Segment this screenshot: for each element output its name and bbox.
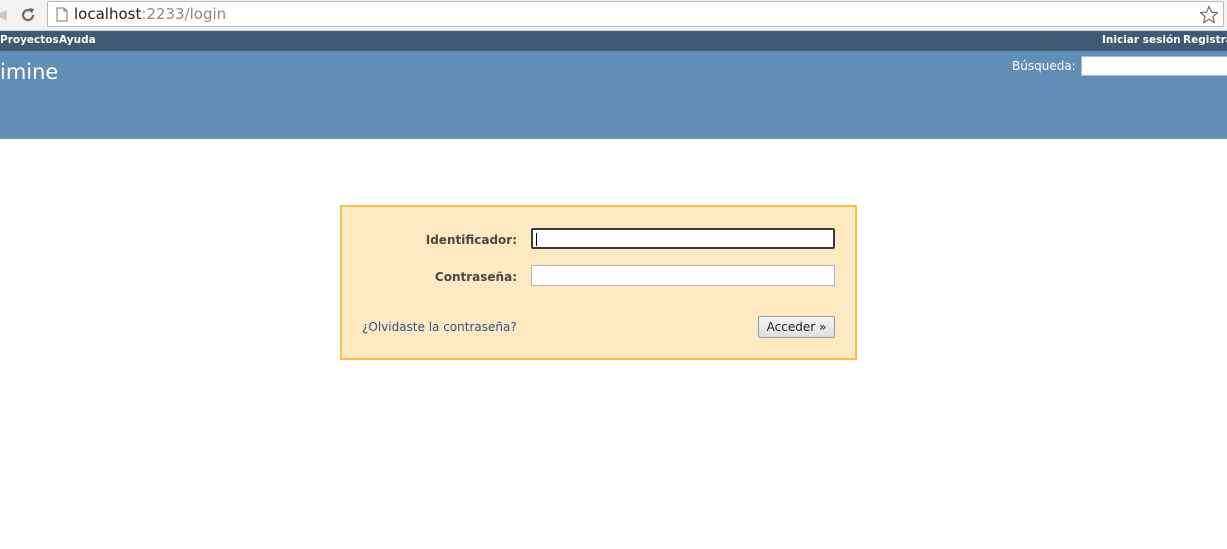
header: imine Búsqueda: bbox=[0, 51, 1227, 139]
bookmark-star-icon[interactable] bbox=[1199, 5, 1219, 25]
username-field[interactable] bbox=[531, 228, 835, 249]
text-caret bbox=[536, 233, 537, 246]
site-title[interactable]: imine bbox=[0, 59, 58, 85]
address-bar[interactable]: localhost:2233/login bbox=[47, 1, 1224, 27]
search-input[interactable] bbox=[1081, 56, 1227, 76]
password-field[interactable] bbox=[531, 265, 835, 286]
search-label: Búsqueda: bbox=[1012, 59, 1076, 73]
url-host: localhost bbox=[74, 5, 142, 23]
login-form: Identificador: Contraseña: ¿Olvidaste la… bbox=[340, 205, 857, 360]
url-path: :2233/login bbox=[141, 5, 227, 23]
password-label: Contraseña: bbox=[434, 270, 517, 284]
url-text: localhost:2233/login bbox=[74, 5, 226, 23]
menu-item-proyectos[interactable]: Proyectos bbox=[0, 34, 59, 46]
menu-item-ayuda[interactable]: Ayuda bbox=[59, 34, 96, 46]
browser-toolbar: ◀ localhost:2233/login bbox=[0, 0, 1227, 31]
menu-item-iniciar-sesion[interactable]: Iniciar sesión bbox=[1102, 34, 1181, 46]
top-menu: Proyectos Ayuda Iniciar sesión Registra bbox=[0, 31, 1227, 51]
back-arrow-icon[interactable]: ◀ bbox=[0, 5, 10, 25]
lost-password-link[interactable]: ¿Olvidaste la contraseña? bbox=[362, 320, 517, 334]
login-submit-button[interactable]: Acceder » bbox=[758, 316, 835, 338]
page-icon bbox=[56, 7, 68, 22]
username-label: Identificador: bbox=[425, 233, 517, 247]
menu-item-registrarse[interactable]: Registra bbox=[1183, 34, 1227, 46]
reload-icon[interactable] bbox=[18, 5, 38, 25]
